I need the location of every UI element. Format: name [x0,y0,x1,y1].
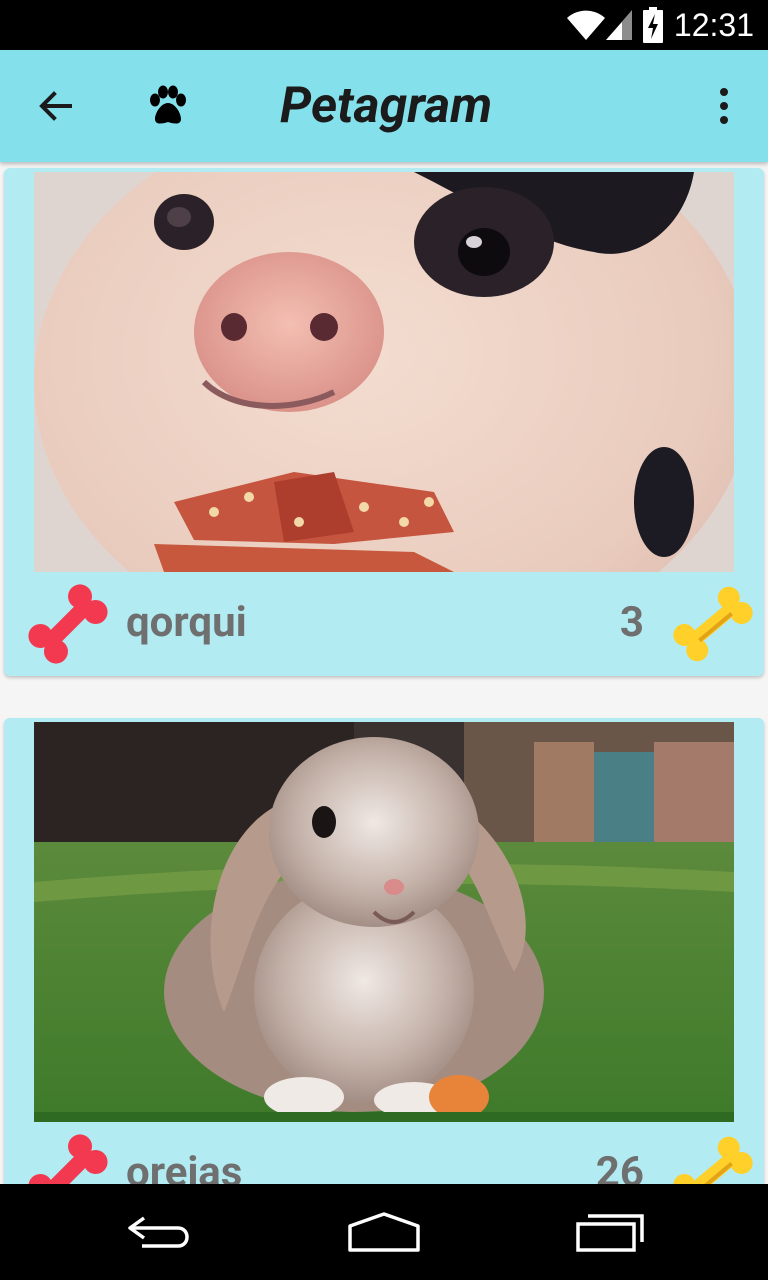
rating-bone-icon[interactable] [668,1130,758,1184]
arrow-back-icon[interactable] [36,86,76,126]
wifi-icon [567,10,605,40]
status-time: 12:31 [673,7,754,43]
cell-signal-icon [606,10,632,40]
rating-bone-icon[interactable] [668,580,758,668]
like-bone-icon[interactable] [22,578,114,670]
app-title: Petagram [280,77,493,135]
status-bar: 12:31 [0,0,768,50]
like-count: 26 [595,1148,644,1184]
more-vert-icon[interactable] [712,86,736,126]
home-nav-icon[interactable] [346,1212,422,1252]
rabbit-photo [34,722,734,1122]
back-nav-icon[interactable] [124,1212,196,1252]
app-bar: Petagram [0,50,768,162]
pet-name: qorqui [126,598,247,647]
pet-feed[interactable]: qorqui 3 orejas 26 [0,162,768,1184]
recents-nav-icon[interactable] [574,1212,646,1252]
like-count: 3 [619,598,644,647]
pet-name: orejas [126,1148,243,1184]
navigation-bar [0,1184,768,1280]
like-bone-icon[interactable] [22,1128,114,1184]
pet-card[interactable]: orejas 26 [4,718,764,1184]
battery-charging-icon [643,7,663,43]
pet-card[interactable]: qorqui 3 [4,168,764,676]
pig-photo [34,172,734,572]
paw-icon [150,85,186,124]
